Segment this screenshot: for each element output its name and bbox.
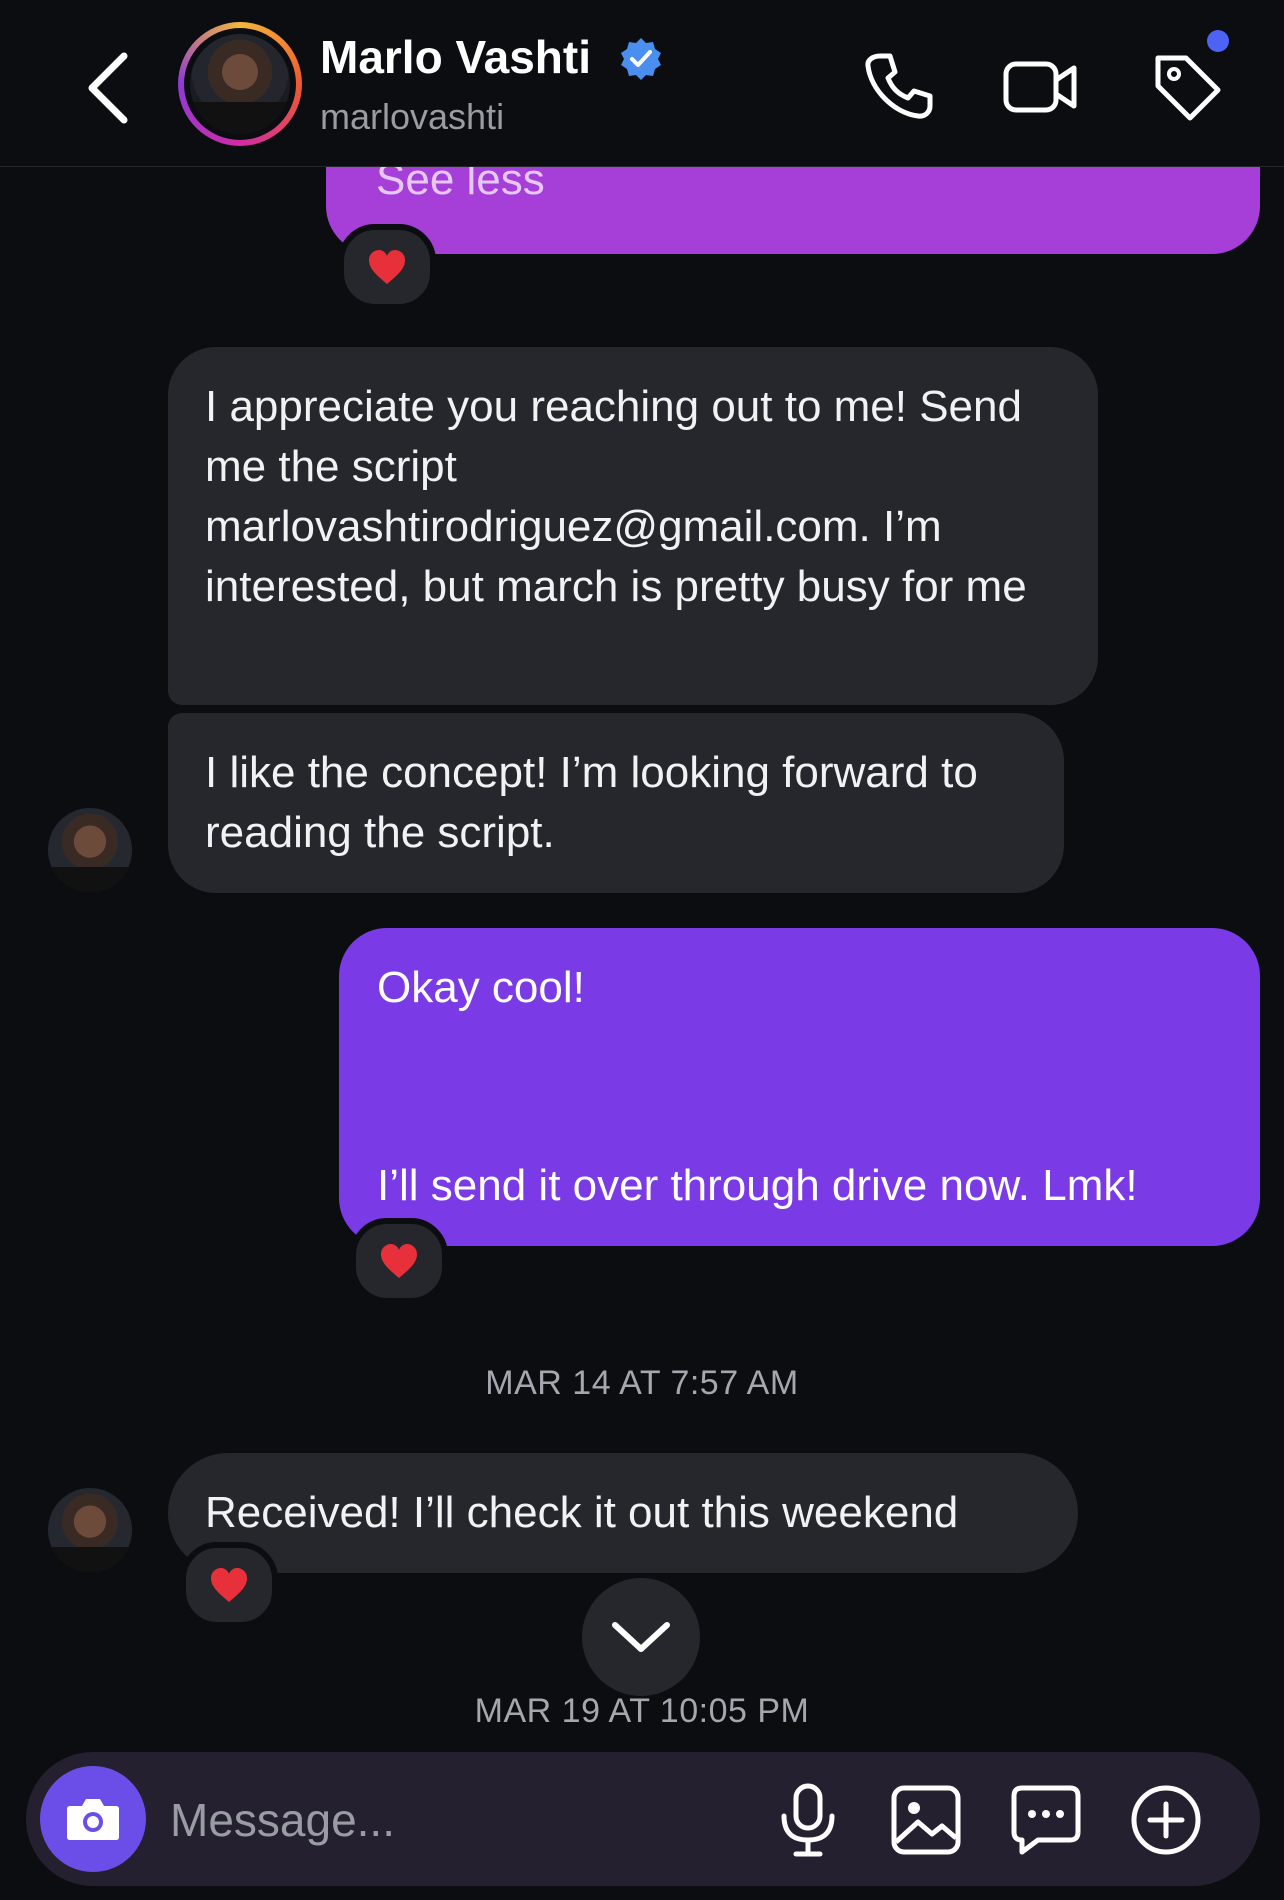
- heart-reaction-icon: [369, 250, 405, 284]
- message-composer: [26, 1752, 1260, 1886]
- message-text: Received! I’ll check it out this weekend: [205, 1488, 959, 1537]
- received-message-bubble[interactable]: I like the concept! I’m looking forward …: [168, 713, 1064, 893]
- plus-circle-icon[interactable]: [1128, 1782, 1204, 1858]
- message-text-line1: Okay cool!: [377, 963, 585, 1012]
- message-text: I like the concept! I’m looking forward …: [205, 748, 978, 857]
- message-text: I appreciate you reaching out to me! Sen…: [205, 382, 1027, 611]
- sender-avatar[interactable]: [48, 808, 132, 892]
- contact-name[interactable]: Marlo Vashti: [320, 30, 591, 84]
- message-input[interactable]: [168, 1788, 732, 1852]
- gallery-icon[interactable]: [888, 1782, 964, 1858]
- camera-icon: [67, 1799, 119, 1840]
- scroll-to-bottom-button[interactable]: [582, 1578, 700, 1696]
- notification-dot: [1207, 30, 1229, 52]
- message-text-line2: I’ll send it over through drive now. Lmk…: [377, 1161, 1138, 1210]
- video-camera-icon[interactable]: [1000, 46, 1080, 126]
- contact-handle: marlovashti: [320, 96, 505, 137]
- received-message-bubble[interactable]: I appreciate you reaching out to me! Sen…: [168, 347, 1098, 705]
- microphone-icon[interactable]: [770, 1782, 846, 1858]
- chat-header: Marlo Vashti marlovashti: [0, 0, 1284, 167]
- sent-message-bubble[interactable]: Okay cool! I’ll send it over through dri…: [339, 928, 1260, 1246]
- tag-icon[interactable]: [1146, 46, 1226, 126]
- phone-icon[interactable]: [858, 46, 938, 126]
- sticker-chat-icon[interactable]: [1008, 1782, 1084, 1858]
- verified-badge-icon: [621, 38, 661, 80]
- timestamp: MAR 19 AT 10:05 PM: [474, 1692, 810, 1730]
- heart-reaction[interactable]: [338, 224, 436, 310]
- received-message-bubble[interactable]: Received! I’ll check it out this weekend: [168, 1453, 1078, 1573]
- profile-avatar[interactable]: [178, 22, 302, 146]
- sender-avatar[interactable]: [48, 1488, 132, 1572]
- heart-reaction-icon: [211, 1568, 247, 1602]
- chevron-down-icon: [612, 1622, 670, 1652]
- back-chevron-icon[interactable]: [80, 48, 136, 128]
- camera-button[interactable]: [40, 1766, 146, 1872]
- heart-reaction[interactable]: [180, 1542, 278, 1628]
- heart-reaction-icon: [381, 1244, 417, 1278]
- heart-reaction[interactable]: [350, 1218, 448, 1304]
- timestamp: MAR 14 AT 7:57 AM: [485, 1364, 799, 1402]
